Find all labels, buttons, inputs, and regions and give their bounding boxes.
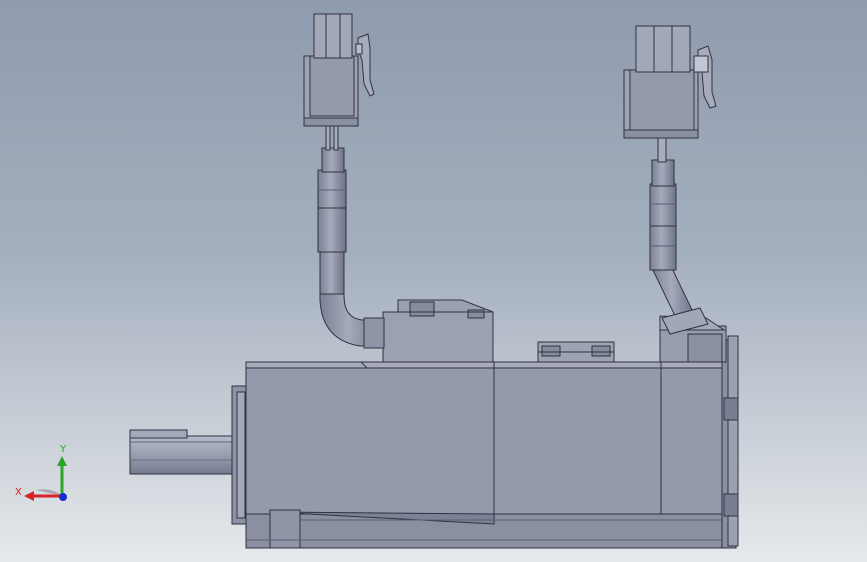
center-nameplate-boss[interactable] (537, 341, 615, 363)
motor-body[interactable] (245, 361, 725, 549)
encoder-connector-plug[interactable] (623, 25, 717, 139)
front-connector-housing[interactable] (382, 299, 494, 363)
rear-end-cap[interactable] (721, 335, 739, 549)
encoder-cable[interactable] (649, 135, 709, 335)
x-axis-arrow-icon (24, 491, 34, 501)
power-cable[interactable] (317, 123, 385, 349)
graphics-viewport[interactable]: X Y (0, 0, 867, 562)
front-flange[interactable] (231, 385, 248, 525)
x-axis-label: X (15, 487, 22, 498)
z-axis-dot-icon (59, 493, 67, 501)
y-axis-arrow-icon (57, 456, 67, 466)
servo-motor-model[interactable] (0, 0, 867, 562)
power-connector-plug[interactable] (303, 13, 375, 127)
y-axis-label: Y (59, 444, 67, 455)
motor-shaft[interactable] (129, 429, 239, 475)
orientation-triad: X Y (15, 444, 67, 501)
